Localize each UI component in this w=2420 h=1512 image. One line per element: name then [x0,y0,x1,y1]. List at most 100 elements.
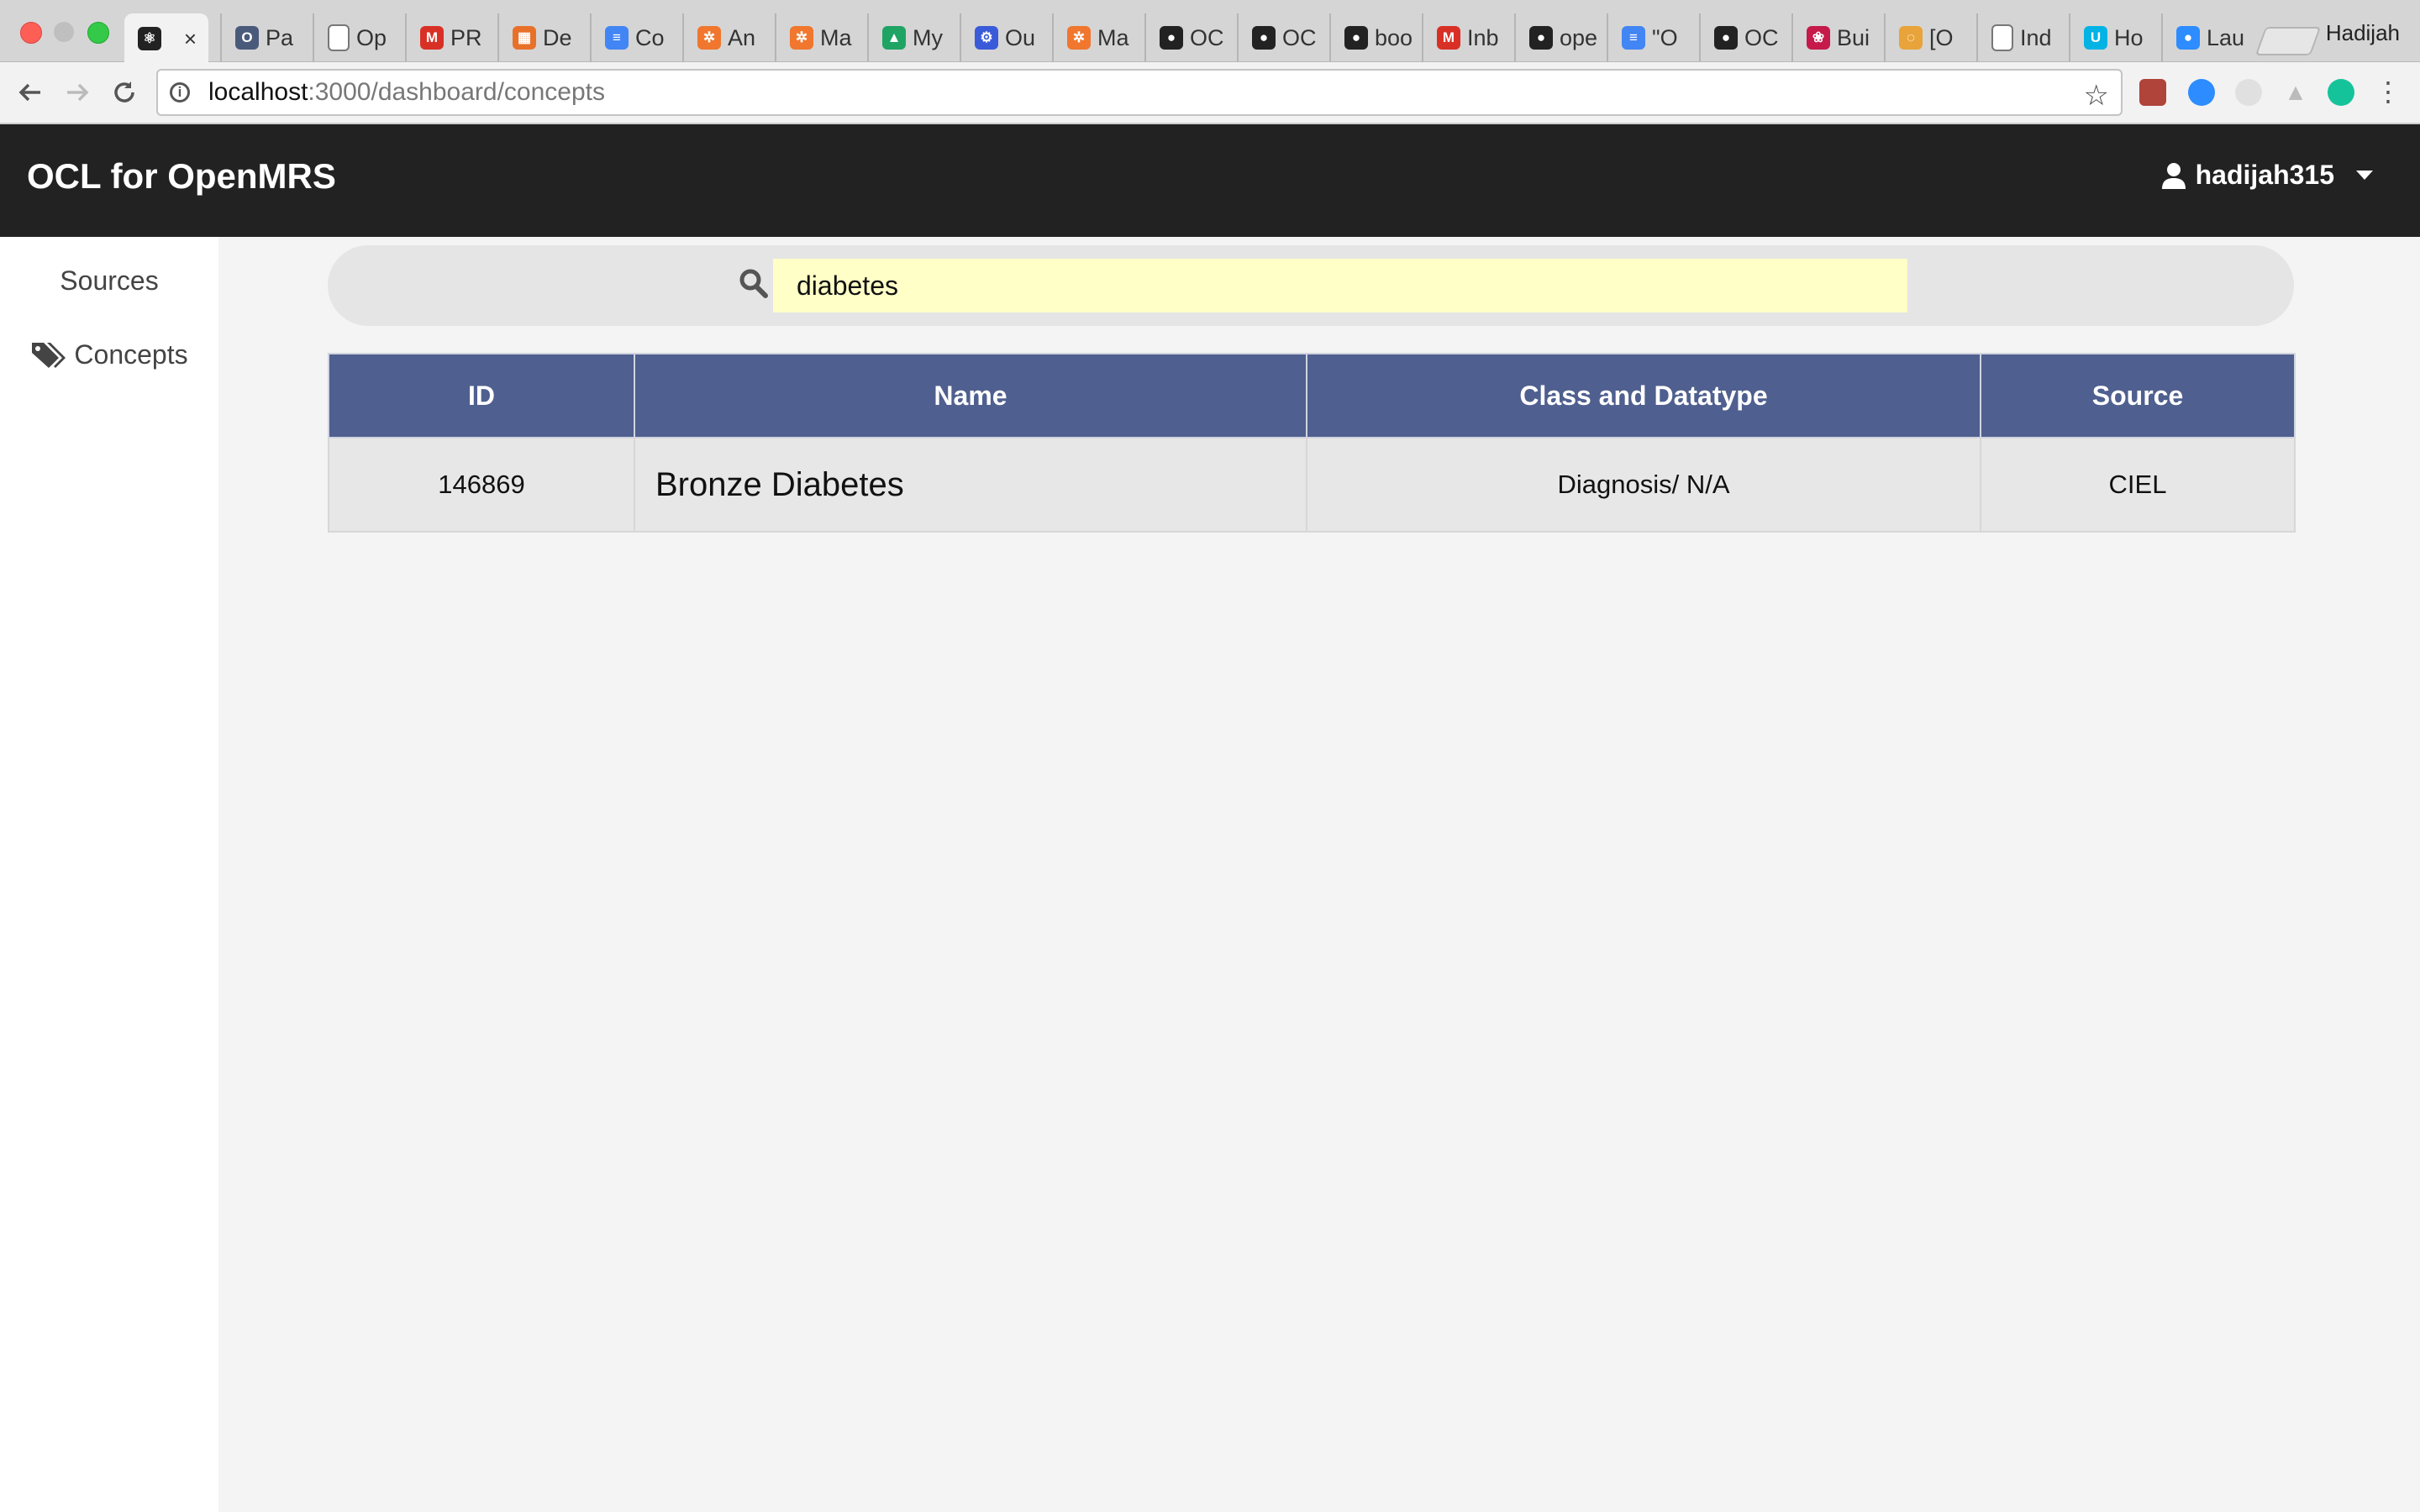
minimize-window-button[interactable] [54,22,74,42]
bookmark-star-icon[interactable]: ☆ [2084,79,2109,113]
url-path: :3000/dashboard/concepts [308,78,606,106]
browser-tab-title: An [728,24,756,50]
browser-tab[interactable]: Ind [1976,13,2067,62]
close-window-button[interactable] [20,22,42,44]
browser-profile-name[interactable]: Hadijah [2326,20,2400,46]
tags-icon [32,342,66,368]
table-row[interactable]: 146869 Bronze Diabetes Diagnosis/ N/A CI… [328,437,2296,533]
browser-tab-title: My [913,24,943,50]
gmail-icon: M [1437,26,1460,50]
app-header: OCL for OpenMRS hadijah315 [0,124,2420,237]
browser-tab-title: Ma [1097,24,1129,50]
github-icon: ● [1160,26,1183,50]
new-tab-button[interactable] [2254,27,2322,55]
browser-tab[interactable]: ● OC [1699,13,1790,62]
grammarly-icon[interactable] [2328,79,2354,106]
extension-icon-4[interactable]: ▲ [2282,79,2309,106]
browser-tab-title: Op [356,24,387,50]
browser-tab-title: Co [635,24,665,50]
close-tab-icon[interactable]: × [184,26,197,52]
github-icon: ● [1252,26,1276,50]
browser-menu-icon[interactable]: ⋮ [2375,78,2402,106]
sidebar-item-sources[interactable]: Sources [0,265,218,297]
browser-tab[interactable]: ≡ "O [1607,13,1697,62]
brand-title[interactable]: OCL for OpenMRS [27,156,336,197]
caret-down-icon [2356,171,2373,180]
browser-tab[interactable]: ● OC [1237,13,1328,62]
search-input[interactable] [773,259,1907,312]
browser-tab[interactable]: ✲ Ma [1052,13,1143,62]
concept-source-cell: CIEL [1980,437,2296,533]
browser-tab[interactable]: ❀ Bui [1791,13,1882,62]
browser-tab[interactable]: ● OC [1144,13,1235,62]
zoom-extension-icon[interactable] [2188,79,2215,106]
maximize-window-button[interactable] [87,22,109,44]
browser-tab[interactable]: ⚙ Ou [960,13,1050,62]
browser-tab[interactable]: ⚛ × [124,13,208,64]
back-button[interactable] [12,74,49,111]
address-bar[interactable]: i localhost:3000/dashboard/concepts ☆ [156,69,2123,116]
docs-icon: ≡ [605,26,629,50]
browser-tab-title: Ma [820,24,852,50]
browser-tab[interactable]: ● boo [1329,13,1420,62]
browser-tab[interactable]: ≡ Co [590,13,681,62]
url-host: localhost [208,78,308,106]
user-menu-dropdown[interactable]: hadijah315 [2161,160,2373,191]
browser-tab[interactable]: ✲ An [682,13,773,62]
browser-tab-title: OC [1282,24,1317,50]
github-icon: ● [1714,26,1738,50]
browser-tab[interactable]: ▲ My [867,13,958,62]
extension-icon-3[interactable] [2235,79,2262,106]
search-bar [328,245,2294,326]
browser-tab-title: OC [1744,24,1779,50]
docs-icon: ≡ [1622,26,1645,50]
username-label: hadijah315 [2195,160,2334,190]
grid-icon: ▦ [513,26,536,50]
site-info-icon[interactable]: i [170,82,190,102]
browser-tab-title: OC [1190,24,1224,50]
reload-button[interactable] [106,74,143,111]
sidebar-item-concepts[interactable]: Concepts [0,339,218,370]
column-header-name[interactable]: Name [634,353,1307,438]
browser-tab[interactable]: M PR [405,13,496,62]
zoom-icon: ● [2176,26,2200,50]
ocl-icon: O [235,26,259,50]
reload-icon [114,81,134,102]
arrow-left-icon [18,83,40,102]
gear-orange-icon: ✲ [697,26,721,50]
extension-icon-1[interactable] [2139,79,2166,106]
concept-id-cell: 146869 [328,437,635,533]
url-text[interactable]: localhost:3000/dashboard/concepts [208,78,605,107]
browser-tab-title: "O [1652,24,1678,50]
browser-tab[interactable]: Op [313,13,403,62]
udacity-icon: U [2084,26,2107,50]
github-icon: ● [1529,26,1553,50]
browser-tab[interactable]: ◌ [O [1884,13,1975,62]
browser-tab-strip: ⚛ × O Pa Op M PR ▦ De ≡ Co ✲ An ✲ Ma ▲ My ⚙ Ou ✲ Ma ● OC ● OC ● bo… [0,0,2420,64]
forward-button[interactable] [59,74,96,111]
github-icon: ● [1344,26,1368,50]
browser-tab[interactable]: U Ho [2069,13,2160,62]
sidebar-item-label: Sources [60,265,159,296]
page-icon [1991,24,2013,51]
browser-tab[interactable]: ● ope [1514,13,1605,62]
sidebar: Sources Concepts [0,237,218,1512]
gear-orange-icon: ✲ [1067,26,1091,50]
browser-tab[interactable]: ● Lau [2161,13,2252,62]
gear-orange-icon: ✲ [790,26,813,50]
raspberry-icon: ❀ [1807,26,1830,50]
concept-class-datatype-cell: Diagnosis/ N/A [1306,437,1981,533]
browser-tab-title: ope [1560,24,1598,50]
browser-tab[interactable]: ✲ Ma [775,13,865,62]
column-header-source[interactable]: Source [1980,353,2296,438]
column-header-class-datatype[interactable]: Class and Datatype [1306,353,1981,438]
browser-tab-title: Ou [1005,24,1036,50]
column-header-id[interactable]: ID [328,353,635,438]
browser-tab-title: boo [1375,24,1413,50]
browser-tab-title: Lau [2207,24,2245,50]
browser-tab[interactable]: O Pa [220,13,311,62]
concept-name-cell[interactable]: Bronze Diabetes [634,437,1307,533]
browser-tab[interactable]: M Inb [1422,13,1512,62]
browser-tab[interactable]: ▦ De [497,13,588,62]
arrow-right-icon [67,83,89,102]
